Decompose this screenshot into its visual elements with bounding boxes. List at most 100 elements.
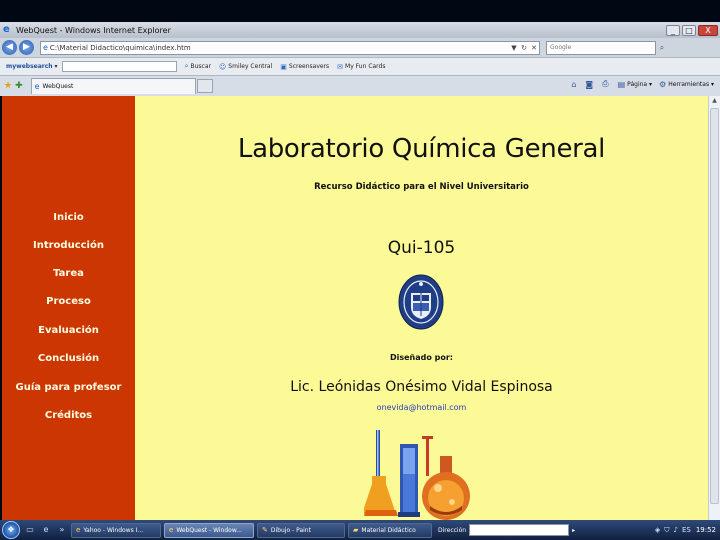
add-favorite-icon[interactable]: ✚ [15,81,23,91]
university-seal-icon [398,274,444,330]
sidebar-item-guia-profesor[interactable]: Guía para profesor [2,382,135,393]
taskbar-item-folder[interactable]: ▰ Material Didáctico [348,522,432,538]
toolbar-item-cards[interactable]: ✉ My Fun Cards [337,63,385,71]
favorites-star-icon[interactable]: ★ [4,81,12,91]
print-button[interactable]: ⎙ [602,79,610,89]
lab-flasks-icon [364,430,470,520]
vertical-scrollbar[interactable]: ▲ [708,96,720,520]
address-row: ◀ ▶ e C:\Material Didactico\quimica\inde… [0,38,720,57]
screen: e WebQuest - Windows Internet Explorer _… [0,0,720,540]
sidebar-item-creditos[interactable]: Créditos [2,410,135,421]
language-icon[interactable]: ES [682,526,691,534]
command-bar: ⌂ ◙ ⎙ ▤ Página ▾ ⚙ Herramientas ▾ [564,79,714,89]
taskbar-item-yahoo[interactable]: e Yahoo - Windows I... [71,522,161,538]
ie-quicklaunch-icon[interactable]: e [40,524,52,536]
page-subtitle: Recurso Didáctico para el Nivel Universi… [314,182,529,192]
taskbar-address-input[interactable] [469,524,570,536]
ie-logo-icon: e [3,24,10,35]
brand-dropdown-icon[interactable]: ▾ [55,63,58,70]
screensaver-icon: ▣ [280,62,287,71]
course-code: Qui-105 [387,238,456,258]
taskbar-item-label: Yahoo - Windows I... [83,526,144,534]
sidebar-item-evaluacion[interactable]: Evaluación [2,325,135,336]
sidebar-item-conclusion[interactable]: Conclusión [2,353,135,364]
toolbar-item-smiley[interactable]: ☺ Smiley Central [219,63,272,71]
designed-by-label: Diseñado por: [389,353,454,362]
tools-menu[interactable]: ⚙ Herramientas ▾ [659,80,714,89]
toolbar: mywebsearch ▾ ⌕ Buscar ☺ Smiley Central … [0,57,720,76]
tools-menu-label: Herramientas [668,80,710,88]
forward-button[interactable]: ▶ [19,40,34,55]
toolbar-item-label: Buscar [190,63,211,70]
back-button[interactable]: ◀ [2,40,17,55]
search-icon: ⌕ [184,62,189,70]
tab-row: ★ ✚ e WebQuest ⌂ ◙ ⎙ ▤ Página ▾ ⚙ Herram… [0,76,720,96]
ie-icon: e [76,526,81,534]
refresh-icon[interactable]: ↻ [519,44,529,52]
feeds-button[interactable]: ◙ [585,80,595,89]
toolbar-item-label: My Fun Cards [345,63,386,70]
sidebar-item-tarea[interactable]: Tarea [2,268,135,279]
feeds-icon: ◙ [585,79,594,89]
sidebar-item-introduccion[interactable]: Introducción [2,240,135,251]
tab-webquest[interactable]: e WebQuest [30,78,196,94]
main-content: Laboratorio Química General Recurso Didá… [135,96,708,520]
sidebar: Inicio Introducción Tarea Proceso Evalua… [2,96,135,520]
show-desktop-icon[interactable]: ▭ [24,524,36,536]
paint-icon: ✎ [262,526,268,534]
toolbar-item-screensavers[interactable]: ▣ Screensavers [280,63,329,71]
taskbar-item-label: Dibujo - Paint [270,526,311,534]
page-viewport: Inicio Introducción Tarea Proceso Evalua… [2,96,708,520]
page-menu-label: Página [627,80,648,88]
gear-icon: ⚙ [659,79,667,89]
address-go-icon[interactable]: ▸ [572,527,575,534]
minimize-button[interactable]: _ [666,24,680,36]
home-button[interactable]: ⌂ [571,80,578,89]
address-url: C:\Material Didactico\quimica\index.htm [49,43,191,52]
taskbar: ❖ ▭ e » e Yahoo - Windows I... e WebQues… [0,520,720,540]
title-bar: e WebQuest - Windows Internet Explorer _… [0,22,720,38]
smiley-icon: ☺ [218,62,227,71]
security-icon[interactable]: ⛉ [664,526,669,535]
taskbar-item-paint[interactable]: ✎ Dibujo - Paint [257,522,345,538]
home-icon: ⌂ [571,79,577,89]
toolbar-brand: mywebsearch [6,63,53,70]
address-dropdown-icon[interactable]: ▼ [509,44,519,52]
sidebar-item-inicio[interactable]: Inicio [2,212,135,223]
cards-icon: ✉ [337,62,344,71]
toolbar-item-buscar[interactable]: ⌕ Buscar [185,62,211,71]
print-icon: ⎙ [602,79,609,88]
author-email-link[interactable]: onevida@hotmail.com [135,403,708,412]
stop-icon[interactable]: ✕ [529,44,539,52]
taskbar-item-label: WebQuest - Window... [176,526,242,534]
toolbar-item-label: Screensavers [288,63,330,70]
folder-icon: ▰ [353,526,359,534]
new-tab-button[interactable] [196,79,213,93]
maximize-button[interactable]: □ [682,24,696,36]
page-icon: e [43,43,48,52]
address-field[interactable]: e C:\Material Didactico\quimica\index.ht… [40,40,540,55]
quicklaunch-overflow-icon[interactable]: » [56,524,68,536]
volume-icon[interactable]: ♪ [673,526,677,534]
window-title: WebQuest - Windows Internet Explorer [16,25,171,35]
taskbar-item-label: Material Didáctico [361,526,416,534]
start-button[interactable]: ❖ [2,521,20,539]
taskbar-address-label: Dirección [438,526,467,534]
author-name: Lic. Leónidas Onésimo Vidal Espinosa [290,379,553,395]
taskbar-item-webquest[interactable]: e WebQuest - Window... [164,522,254,538]
network-icon[interactable]: ◈ [655,526,660,534]
tab-label: WebQuest [42,83,74,90]
search-icon[interactable]: ⌕ [656,43,668,53]
page-icon: e [34,82,40,91]
scroll-thumb[interactable] [710,108,719,504]
close-button[interactable]: X [698,24,718,36]
scroll-up-icon[interactable]: ▲ [709,96,720,106]
sidebar-item-proceso[interactable]: Proceso [2,296,135,307]
page-menu-icon: ▤ [617,79,626,89]
toolbar-item-label: Smiley Central [228,63,273,70]
toolbar-search-input[interactable] [61,61,177,72]
page-menu[interactable]: ▤ Página ▾ [618,80,652,89]
clock[interactable]: 19:52 [696,526,716,534]
search-input[interactable]: Google [546,40,656,55]
system-tray: ◈ ⛉ ♪ ES 19:52 [651,526,716,535]
